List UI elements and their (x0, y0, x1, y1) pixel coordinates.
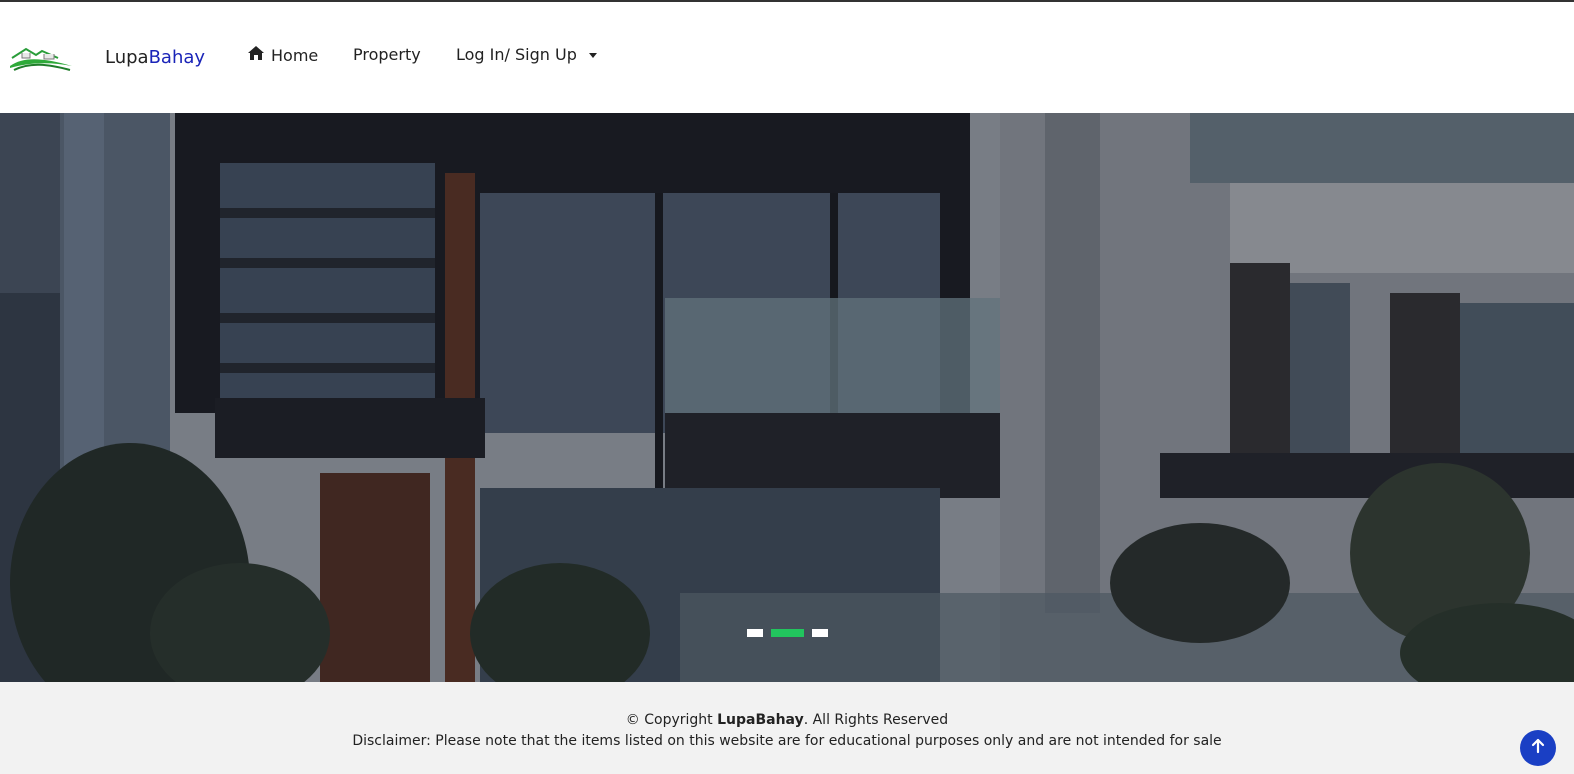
brand-name-part1: Lupa (105, 47, 149, 68)
arrow-up-icon (1530, 738, 1546, 758)
copyright-brand: LupaBahay (717, 712, 804, 728)
nav-property-link[interactable]: Property (353, 45, 421, 64)
copyright-prefix: © Copyright (625, 712, 718, 728)
brand-name[interactable]: LupaBahay (105, 47, 205, 68)
copyright-suffix: . All Rights Reserved (803, 712, 949, 728)
scroll-to-top-button[interactable] (1520, 730, 1556, 766)
copyright-text: © Copyright LupaBahay. All Rights Reserv… (0, 712, 1574, 728)
hero-carousel[interactable] (0, 113, 1574, 682)
nav-home-label: Home (271, 45, 319, 65)
carousel-indicators (0, 629, 1574, 637)
nav-property-label: Property (353, 45, 421, 64)
navbar: LupaBahay Home Property Log In/ Sign Up (0, 2, 1574, 113)
footer: © Copyright LupaBahay. All Rights Reserv… (0, 682, 1574, 774)
brand-name-part2: Bahay (148, 47, 206, 68)
carousel-indicator-2[interactable] (770, 629, 804, 637)
hero-slide-image (0, 113, 1574, 682)
nav-home-link[interactable]: Home (247, 45, 318, 65)
house-logo-icon[interactable] (8, 44, 74, 74)
caret-down-icon (588, 52, 597, 58)
carousel-indicator-1[interactable] (746, 629, 763, 637)
nav-login-dropdown[interactable]: Log In/ Sign Up (456, 45, 597, 64)
home-icon (247, 45, 265, 65)
disclaimer-text: Disclaimer: Please note that the items l… (352, 733, 1222, 749)
nav-login-label: Log In/ Sign Up (456, 45, 577, 64)
carousel-indicator-3[interactable] (811, 629, 828, 637)
